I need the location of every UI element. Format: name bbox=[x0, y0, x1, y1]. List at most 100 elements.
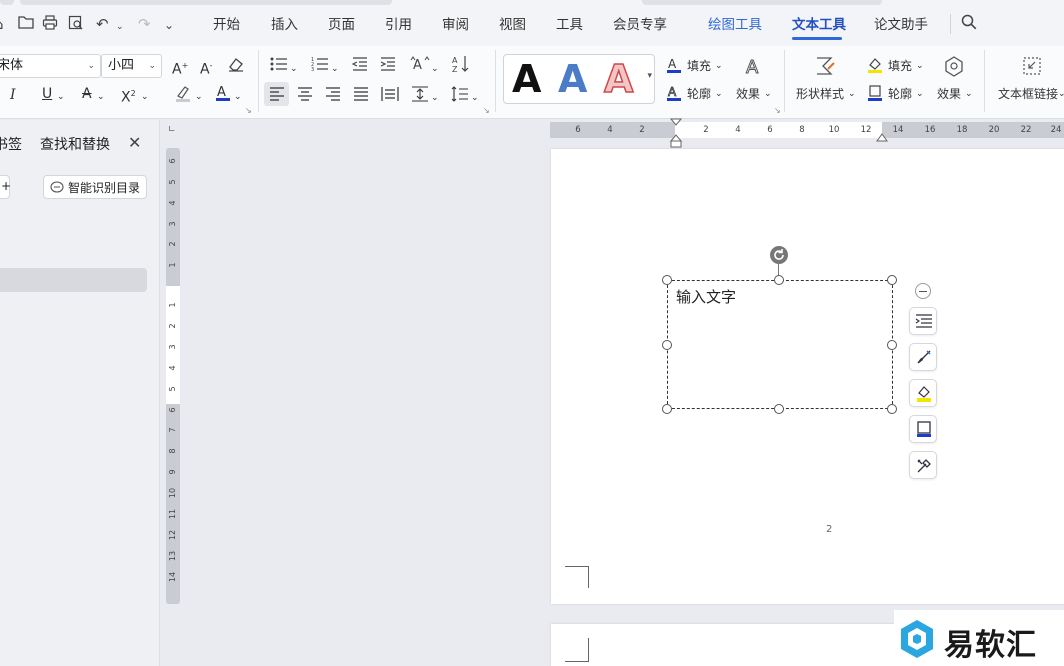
font-size-select[interactable]: 小四 ⌄ bbox=[101, 54, 162, 78]
vertical-align-icon[interactable] bbox=[411, 86, 429, 107]
grow-font-icon[interactable]: A+ bbox=[172, 57, 188, 79]
menu-view[interactable]: 视图 bbox=[499, 16, 526, 34]
chevron-down-icon[interactable]: ⌄ bbox=[471, 89, 479, 107]
shape-effect-label[interactable]: 效果 bbox=[937, 86, 961, 102]
line-spacing-icon[interactable] bbox=[451, 86, 469, 107]
collapse-toolbar-icon[interactable] bbox=[915, 283, 931, 299]
print-icon[interactable] bbox=[42, 15, 58, 34]
bullet-list-icon[interactable] bbox=[270, 57, 288, 76]
resize-handle[interactable] bbox=[887, 404, 897, 414]
align-right-icon[interactable] bbox=[325, 87, 341, 106]
text-box[interactable]: 输入文字 bbox=[667, 280, 893, 409]
print-preview-icon[interactable] bbox=[68, 15, 84, 34]
shape-fill-icon[interactable] bbox=[867, 56, 883, 79]
resize-handle[interactable] bbox=[774, 404, 784, 414]
shape-fill-label[interactable]: 填充 bbox=[888, 58, 912, 74]
text-outline-icon[interactable]: A bbox=[666, 84, 682, 107]
document-tab[interactable] bbox=[642, 0, 882, 5]
resize-handle[interactable] bbox=[887, 275, 897, 285]
resize-handle[interactable] bbox=[662, 340, 672, 350]
tab-bookmarks[interactable]: 书签 bbox=[0, 134, 22, 154]
chevron-down-icon[interactable]: ⌄ bbox=[234, 88, 242, 106]
text-fill-label[interactable]: 填充 bbox=[687, 58, 711, 74]
text-box-content[interactable]: 输入文字 bbox=[676, 286, 736, 307]
outline-button[interactable] bbox=[909, 415, 937, 443]
menu-drawing-tools[interactable]: 绘图工具 bbox=[708, 16, 762, 34]
chevron-down-icon[interactable]: ⌄ bbox=[715, 58, 723, 74]
smart-toc-button[interactable]: 智能识别目录 bbox=[43, 175, 147, 199]
highlight-icon[interactable] bbox=[174, 84, 192, 107]
open-folder-icon[interactable] bbox=[18, 15, 34, 33]
dialog-launcher-icon[interactable]: ↘ bbox=[774, 106, 781, 115]
dialog-launcher-icon[interactable]: ↘ bbox=[245, 106, 252, 115]
chevron-down-icon[interactable]: ⌄ bbox=[195, 88, 203, 106]
undo-icon[interactable]: ↶ bbox=[96, 15, 109, 33]
chevron-down-icon[interactable]: ⌄ bbox=[916, 86, 924, 102]
chevron-down-icon[interactable]: ⌄ bbox=[848, 86, 856, 102]
text-fill-icon[interactable]: A bbox=[666, 56, 682, 79]
chevron-down-icon[interactable]: ⌄ bbox=[290, 60, 298, 78]
text-effect-label[interactable]: 效果 bbox=[736, 86, 760, 102]
chevron-down-icon[interactable]: ⌄ bbox=[916, 58, 924, 74]
font-color-icon[interactable]: A bbox=[214, 83, 232, 107]
chevron-down-icon[interactable]: ⌄ bbox=[715, 86, 723, 102]
add-bookmark-button[interactable]: + bbox=[0, 175, 11, 199]
menu-paper-assistant[interactable]: 论文助手 bbox=[874, 16, 928, 34]
text-effect-icon[interactable]: A bbox=[742, 55, 764, 82]
text-direction-icon[interactable]: A bbox=[410, 56, 430, 77]
menu-page[interactable]: 页面 bbox=[328, 16, 355, 34]
menu-insert[interactable]: 插入 bbox=[271, 16, 298, 34]
chevron-down-icon[interactable]: ⌄ bbox=[331, 60, 339, 78]
document-tab[interactable] bbox=[0, 0, 14, 5]
chevron-down-icon[interactable]: ⌄ bbox=[965, 86, 973, 102]
sort-icon[interactable]: AZ bbox=[452, 55, 470, 78]
shape-effect-icon[interactable] bbox=[943, 55, 965, 82]
chevron-down-icon[interactable]: ⌄ bbox=[57, 88, 65, 106]
resize-handle[interactable] bbox=[662, 275, 672, 285]
shape-style-icon[interactable] bbox=[814, 55, 836, 82]
shape-outline-icon[interactable] bbox=[867, 84, 883, 107]
resize-handle[interactable] bbox=[774, 275, 784, 285]
dialog-launcher-icon[interactable]: ↘ bbox=[483, 106, 490, 115]
shape-style-label[interactable]: 形状样式 bbox=[796, 86, 844, 102]
underline-icon[interactable]: U bbox=[42, 85, 52, 103]
redo-icon[interactable]: ↷ bbox=[138, 15, 151, 33]
chevron-down-icon[interactable]: ⌄ bbox=[764, 86, 772, 102]
textbox-link-icon[interactable] bbox=[1021, 55, 1043, 82]
bookmark-list-item[interactable] bbox=[0, 268, 147, 292]
justify-icon[interactable] bbox=[353, 87, 369, 106]
clear-format-icon[interactable] bbox=[227, 56, 245, 77]
shape-style-button[interactable] bbox=[909, 343, 937, 371]
distribute-icon[interactable] bbox=[381, 86, 399, 107]
increase-indent-icon[interactable] bbox=[380, 57, 396, 76]
right-indent-marker[interactable] bbox=[876, 131, 888, 146]
gallery-more-icon[interactable]: ▾ bbox=[647, 71, 652, 81]
layout-options-button[interactable] bbox=[909, 451, 937, 479]
strikethrough-icon[interactable]: A bbox=[82, 85, 92, 103]
home-icon[interactable]: ⌂ bbox=[0, 15, 4, 33]
menu-references[interactable]: 引用 bbox=[385, 16, 412, 34]
decrease-indent-icon[interactable] bbox=[351, 57, 368, 76]
resize-handle[interactable] bbox=[662, 404, 672, 414]
quick-access-more-icon[interactable]: ⌄ bbox=[164, 16, 174, 34]
wordart-style-blue[interactable]: A bbox=[558, 57, 587, 101]
wrap-text-button[interactable] bbox=[909, 307, 937, 335]
textbox-link-label[interactable]: 文本框链接 bbox=[998, 86, 1058, 102]
text-outline-label[interactable]: 轮廓 bbox=[687, 86, 711, 102]
italic-icon[interactable]: I bbox=[10, 86, 16, 104]
chevron-down-icon[interactable]: ⌄ bbox=[1058, 86, 1064, 102]
tab-stop-selector[interactable]: ∟ bbox=[168, 125, 176, 135]
menu-member[interactable]: 会员专享 bbox=[613, 16, 667, 34]
numbered-list-icon[interactable]: 123 bbox=[311, 57, 329, 76]
menu-text-tools[interactable]: 文本工具 bbox=[792, 16, 846, 34]
resize-handle[interactable] bbox=[887, 340, 897, 350]
superscript-icon[interactable]: X2 bbox=[121, 85, 136, 107]
chevron-down-icon[interactable]: ⌄ bbox=[141, 88, 149, 106]
shape-outline-label[interactable]: 轮廓 bbox=[888, 86, 912, 102]
fill-button[interactable] bbox=[909, 379, 937, 407]
chevron-down-icon[interactable]: ⌄ bbox=[431, 89, 439, 107]
document-tab[interactable] bbox=[20, 0, 392, 5]
undo-dropdown-icon[interactable]: ⌄ bbox=[116, 18, 124, 36]
chevron-down-icon[interactable]: ⌄ bbox=[97, 88, 105, 106]
tab-find-replace[interactable]: 查找和替换 bbox=[40, 134, 110, 154]
